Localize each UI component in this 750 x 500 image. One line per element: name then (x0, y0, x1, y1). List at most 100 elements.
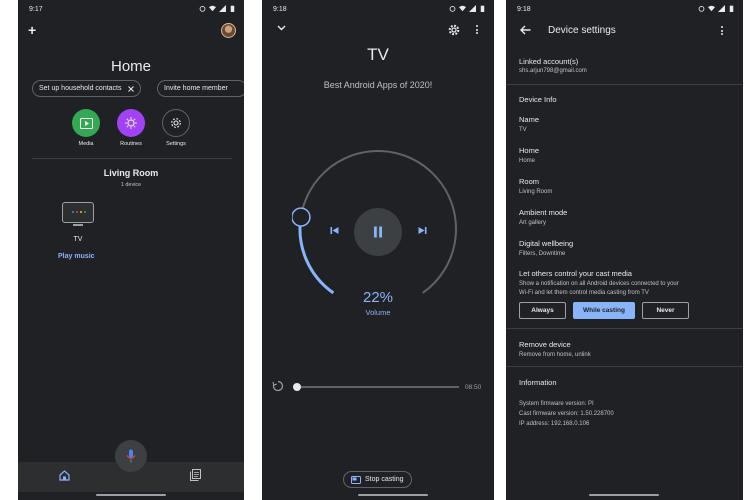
while-casting-option[interactable]: While casting (573, 302, 635, 319)
wifi-icon (459, 5, 466, 12)
alarm-icon (449, 5, 456, 12)
setting-value: Art gallery (519, 220, 547, 226)
status-bar: 9:18 (262, 0, 494, 18)
linked-accounts-label[interactable]: Linked account(s) (519, 57, 578, 66)
setting-name[interactable]: Name TV (519, 115, 539, 133)
volume-percent: 22% (362, 289, 394, 306)
routines-label: Routines (120, 141, 142, 147)
always-option[interactable]: Always (519, 302, 566, 319)
home-screen: 9:17 + Home Set up household contacts In… (18, 0, 244, 500)
divider (32, 158, 232, 159)
battery-icon (729, 5, 734, 12)
progress-thumb[interactable] (293, 383, 301, 391)
feed-nav-icon[interactable] (190, 469, 201, 481)
setting-room[interactable]: Room Living Room (519, 177, 552, 195)
status-icons (698, 5, 735, 12)
information-header: Information (519, 378, 557, 387)
page-title: Device settings (548, 25, 616, 36)
ip-address: IP address: 192.168.0.106 (519, 421, 590, 427)
device-title: TV (367, 45, 389, 64)
setting-value: Filters, Downtime (519, 251, 566, 257)
cast-control-screen: 9:18 TV Best Android Apps of 2020! 22% V… (262, 0, 494, 500)
settings-icon[interactable] (162, 109, 190, 137)
media-icon[interactable] (72, 109, 100, 137)
battery-icon (230, 5, 235, 12)
pause-button[interactable] (354, 208, 402, 256)
google-dots-icon (72, 211, 86, 213)
avatar[interactable] (221, 23, 236, 38)
alarm-icon (698, 5, 705, 12)
back-arrow-icon[interactable] (520, 25, 531, 35)
status-time: 9:18 (517, 6, 531, 13)
remove-device-value: Remove from home, unlink (519, 352, 591, 358)
duration: 08:50 (465, 384, 482, 391)
gesture-bar (96, 494, 166, 496)
signal-icon (219, 5, 226, 12)
gesture-bar (589, 494, 659, 496)
setting-value: TV (519, 127, 527, 133)
device-info-header: Device Info (519, 95, 557, 104)
routines-action[interactable]: Routines (116, 109, 146, 147)
skip-next-icon[interactable] (418, 226, 427, 235)
play-music-link[interactable]: Play music (58, 253, 95, 260)
routines-icon[interactable] (117, 109, 145, 137)
tv-stand (73, 224, 83, 226)
skip-previous-icon[interactable] (330, 226, 339, 235)
add-icon[interactable]: + (28, 22, 36, 38)
chevron-down-icon[interactable] (277, 25, 286, 31)
page-title: Home (110, 58, 151, 75)
gear-icon[interactable] (448, 24, 460, 36)
replay-icon[interactable] (272, 380, 284, 392)
remove-device-label: Remove device (519, 340, 571, 349)
remove-device[interactable]: Remove device Remove from home, unlink (519, 340, 591, 358)
setting-home[interactable]: Home Home (519, 146, 539, 164)
household-contacts-chip[interactable]: Set up household contacts (32, 80, 141, 97)
firmware-version: System firmware version: PI (519, 401, 594, 407)
wifi-icon (708, 5, 715, 12)
setting-label: Name (519, 115, 540, 124)
status-time: 9:18 (273, 6, 287, 13)
media-title: Best Android Apps of 2020! (323, 80, 433, 90)
cast-control-label: Let others control your cast media (519, 269, 632, 278)
mic-button[interactable] (115, 440, 147, 472)
status-bar: 9:18 (506, 0, 743, 18)
status-time: 9:17 (29, 6, 43, 13)
setting-label: Room (519, 177, 540, 186)
media-label: Media (78, 141, 94, 147)
settings-label: Settings (166, 141, 186, 147)
stop-casting-button[interactable]: Stop casting (343, 471, 412, 488)
invite-member-chip[interactable]: Invite home member (157, 80, 244, 97)
pause-icon (374, 226, 382, 238)
room-device-count: 1 device (120, 182, 142, 188)
volume-label: Volume (365, 308, 391, 317)
setting-digital-wellbeing[interactable]: Digital wellbeing Filters, Downtime (519, 239, 573, 257)
chip-label: Invite home member (164, 85, 228, 92)
signal-icon (469, 5, 476, 12)
device-settings-screen: 9:18 Device settings Linked account(s) s… (506, 0, 743, 500)
home-nav-icon[interactable] (59, 470, 70, 481)
setting-label: Home (519, 146, 540, 155)
tv-device-icon[interactable] (62, 202, 94, 223)
setting-ambient-mode[interactable]: Ambient mode Art gallery (519, 208, 567, 226)
setting-label: Ambient mode (519, 208, 568, 217)
mic-icon (126, 449, 136, 463)
never-option[interactable]: Never (642, 302, 689, 319)
more-options-icon[interactable] (473, 24, 481, 36)
more-options-icon[interactable] (718, 25, 726, 37)
gesture-bar (358, 494, 428, 496)
cast-control-desc: Wi-Fi and let them control media casting… (519, 290, 649, 296)
room-title: Living Room (103, 168, 159, 178)
cast-control-desc: Show a notification on all Android devic… (519, 281, 679, 287)
stop-casting-label: Stop casting (365, 476, 404, 483)
setting-label: Digital wellbeing (519, 239, 574, 248)
close-icon[interactable] (127, 85, 134, 92)
settings-action[interactable]: Settings (161, 109, 191, 147)
progress-track[interactable] (296, 386, 459, 388)
setting-value: Home (519, 158, 536, 164)
chip-label: Set up household contacts (39, 85, 122, 92)
battery-icon (480, 5, 485, 12)
cast-firmware-version: Cast firmware version: 1.50.228700 (519, 411, 614, 417)
device-name: TV (73, 236, 83, 243)
media-action[interactable]: Media (71, 109, 101, 147)
linked-accounts-value: shs.arjun798@gmail.com (519, 68, 587, 74)
